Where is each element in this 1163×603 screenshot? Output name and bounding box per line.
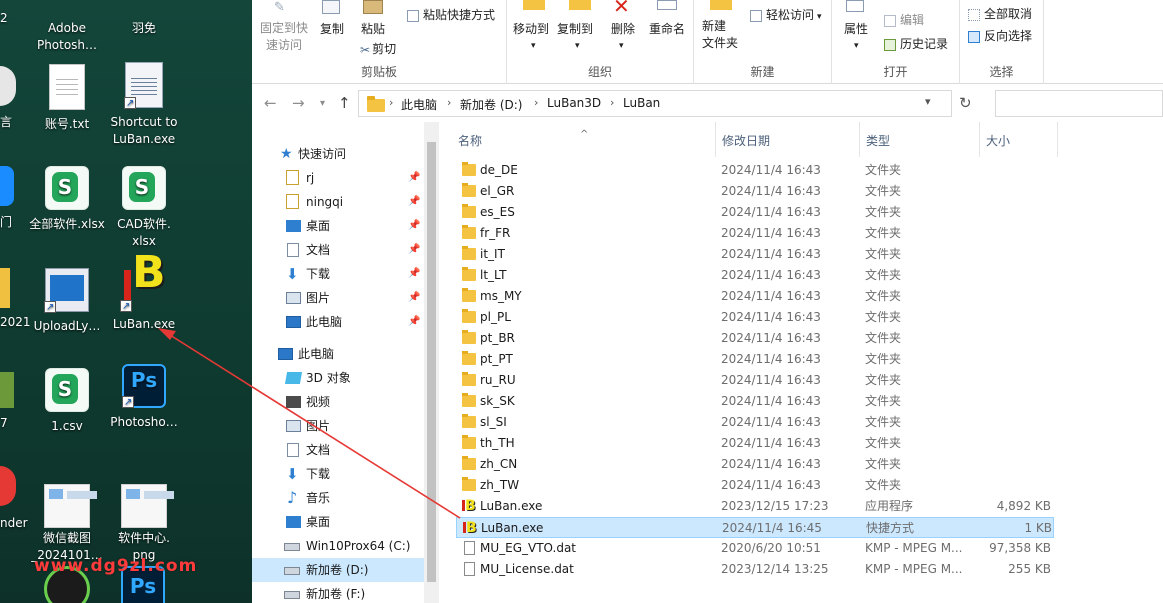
- annotation-arrow-head: [158, 328, 176, 340]
- annotation-arrow: [158, 328, 461, 519]
- annotation-arrow-line: [169, 334, 461, 519]
